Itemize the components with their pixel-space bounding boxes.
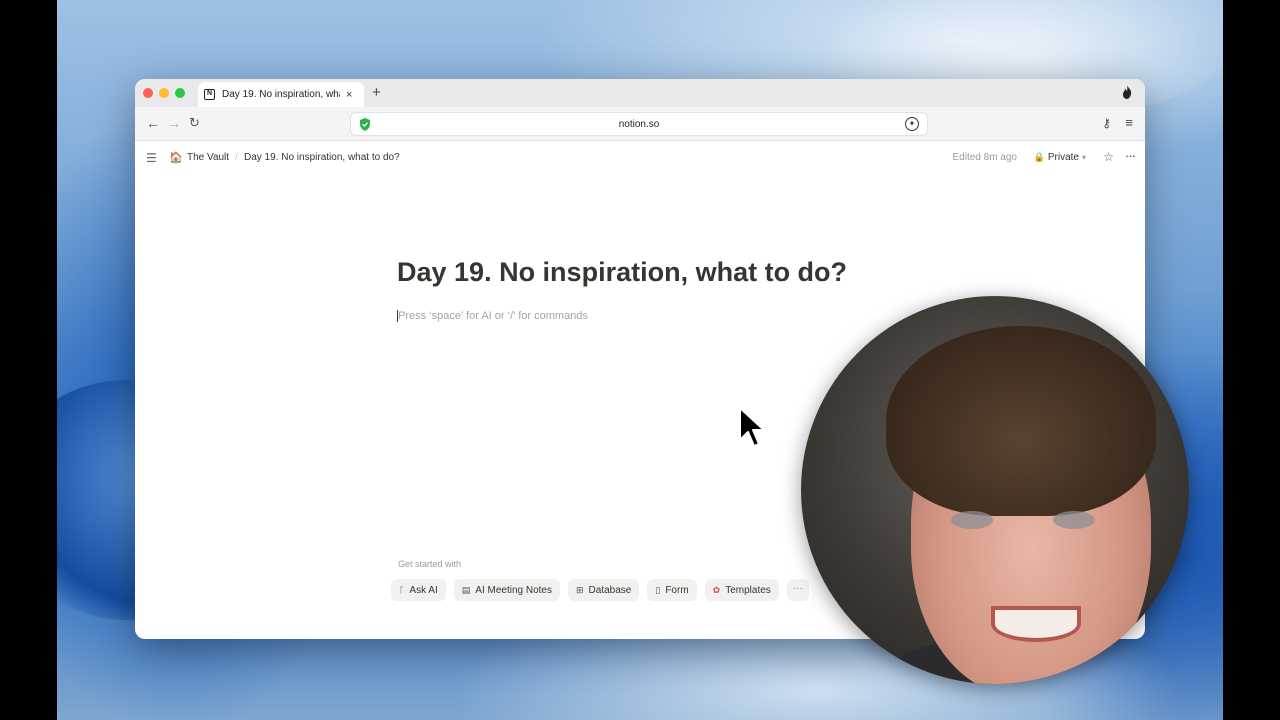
ai-meeting-notes-button[interactable]: ▤ AI Meeting Notes xyxy=(453,579,560,601)
minimize-window-button[interactable] xyxy=(159,88,169,98)
chip-label: AI Meeting Notes xyxy=(475,584,552,596)
templates-icon: ✿ xyxy=(712,584,721,595)
page-title[interactable]: Day 19. No inspiration, what to do? xyxy=(397,257,847,288)
tab-close-icon[interactable]: × xyxy=(346,89,352,101)
breadcrumb-page[interactable]: Day 19. No inspiration, what to do? xyxy=(244,152,400,163)
form-icon: ▯ xyxy=(655,584,661,595)
browser-tab[interactable]: N Day 19. No inspiration, what to do? × xyxy=(198,82,364,107)
maximize-window-button[interactable] xyxy=(175,88,185,98)
breadcrumb-workspace[interactable]: The Vault xyxy=(187,152,229,163)
url-text: notion.so xyxy=(618,118,660,130)
get-started-label: Get started with xyxy=(398,559,462,569)
meeting-notes-icon: ▤ xyxy=(461,584,471,595)
more-actions-button[interactable]: ··· xyxy=(786,579,809,601)
lock-icon: 🔒 xyxy=(1033,151,1045,162)
chip-label: Database xyxy=(588,584,632,596)
ai-spark-icon: ᚴ xyxy=(399,585,405,595)
back-button[interactable]: ← xyxy=(146,115,160,131)
notion-topbar: ☰ 🏠 The Vault / Day 19. No inspiration, … xyxy=(135,141,1145,175)
more-options-icon[interactable]: ··· xyxy=(1125,148,1136,163)
share-privacy-button[interactable]: 🔒 Private ▾ xyxy=(1028,147,1092,167)
browser-menu-icon[interactable]: ≡ xyxy=(1125,115,1133,130)
templates-button[interactable]: ✿ Templates xyxy=(704,579,779,601)
webcam-eye xyxy=(1053,511,1095,529)
webcam-mouth xyxy=(991,606,1081,642)
webcam-eye xyxy=(951,511,993,529)
chip-label: Form xyxy=(665,584,689,596)
chip-label: Ask AI xyxy=(409,584,438,596)
shield-icon[interactable] xyxy=(359,118,371,131)
chevron-down-icon: ▾ xyxy=(1081,152,1086,162)
breadcrumb-separator: / xyxy=(235,152,238,163)
webcam-hair xyxy=(886,326,1156,516)
chip-label: Templates xyxy=(725,584,771,596)
table-icon: ⊞ xyxy=(576,584,584,595)
flame-icon[interactable] xyxy=(1121,85,1133,99)
forward-button[interactable]: → xyxy=(167,115,181,131)
key-icon[interactable]: ⚷ xyxy=(1102,116,1111,130)
webcam-overlay xyxy=(801,296,1189,684)
notion-favicon-icon: N xyxy=(204,89,215,100)
form-button[interactable]: ▯ Form xyxy=(647,579,697,601)
quick-actions: ᚴ Ask AI ▤ AI Meeting Notes ⊞ Database ▯… xyxy=(391,579,809,601)
browser-toolbar: ← → ↻ notion.so ✦ ⚷ ≡ xyxy=(135,107,1145,141)
workspace-emoji-icon: 🏠 xyxy=(169,152,183,164)
database-button[interactable]: ⊞ Database xyxy=(568,579,640,601)
ai-sparkle-icon[interactable]: ✦ xyxy=(905,117,919,131)
editor-placeholder[interactable]: Press ‘space’ for AI or ‘/’ for commands xyxy=(397,310,588,322)
sidebar-toggle-icon[interactable]: ☰ xyxy=(146,151,157,165)
ask-ai-button[interactable]: ᚴ Ask AI xyxy=(391,579,446,601)
mouse-cursor-icon xyxy=(739,407,765,447)
reload-button[interactable]: ↻ xyxy=(189,115,200,131)
tab-bar: N Day 19. No inspiration, what to do? × … xyxy=(135,79,1145,107)
close-window-button[interactable] xyxy=(143,88,153,98)
privacy-label: Private xyxy=(1047,151,1079,163)
address-bar[interactable]: notion.so ✦ xyxy=(350,112,928,136)
favorite-star-icon[interactable]: ☆ xyxy=(1103,150,1114,164)
edited-timestamp: Edited 8m ago xyxy=(952,152,1018,163)
new-tab-button[interactable]: + xyxy=(372,84,381,101)
tab-title: Day 19. No inspiration, what to do? xyxy=(222,89,340,100)
